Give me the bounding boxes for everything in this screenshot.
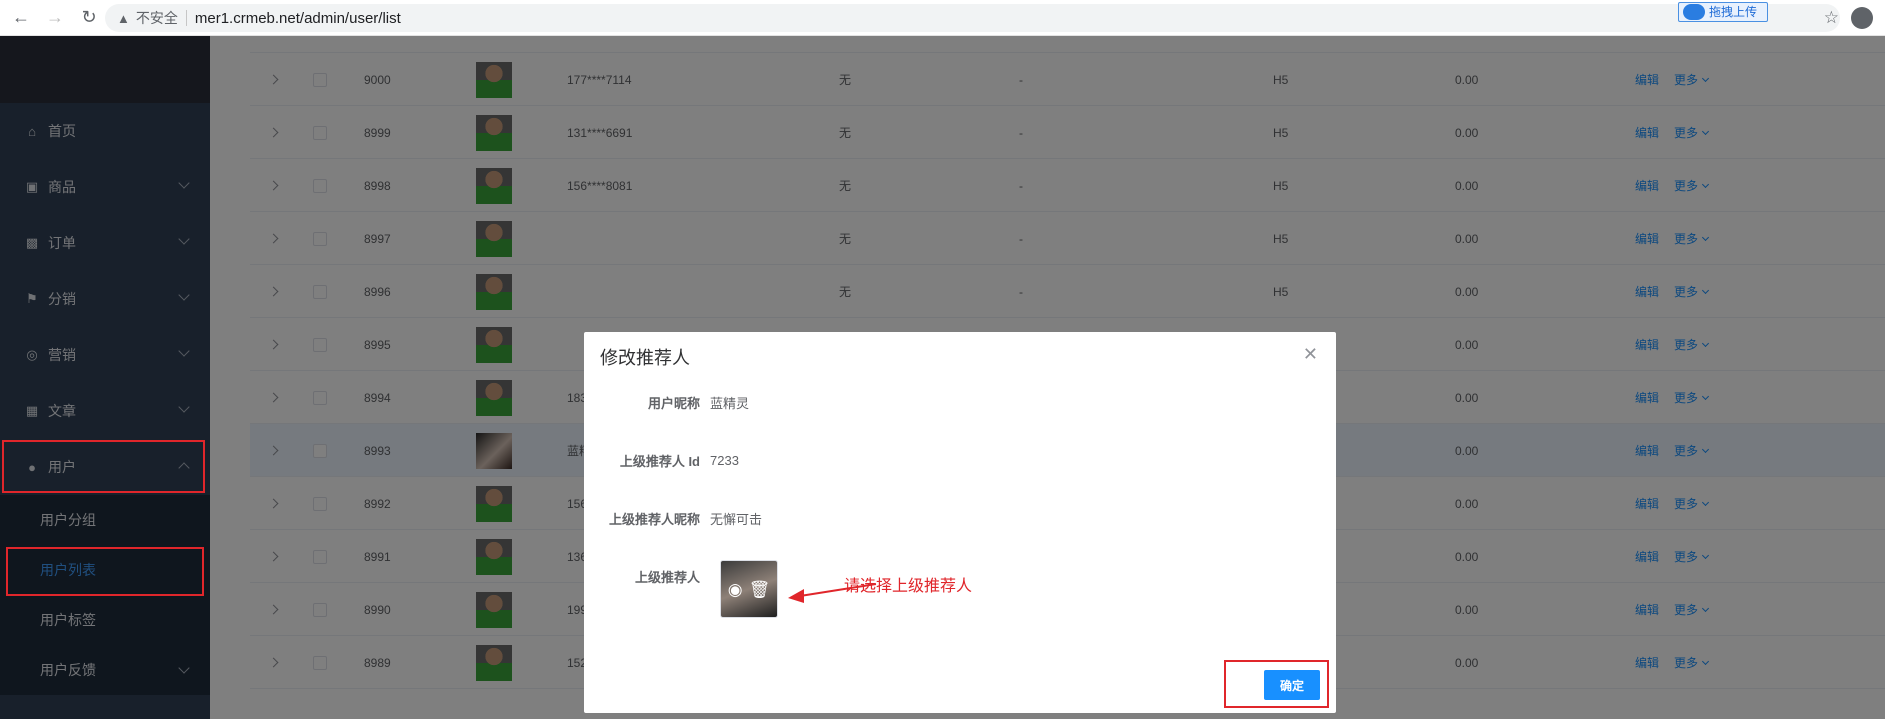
bookmark-star-icon[interactable]: ☆ bbox=[1824, 8, 1839, 28]
warning-icon: ▲ bbox=[117, 10, 130, 26]
nickname-field: 用户昵称 蓝精灵 bbox=[584, 390, 1336, 414]
nickname-value: 蓝精灵 bbox=[710, 395, 750, 411]
trash-icon[interactable]: 🗑 bbox=[749, 581, 771, 598]
address-divider bbox=[185, 10, 187, 26]
insecure-label: 不安全 bbox=[135, 10, 178, 26]
referrer-label: 上级推荐人 bbox=[634, 569, 700, 585]
dialog-title: 修改推荐人 bbox=[600, 348, 690, 368]
back-icon[interactable]: ← bbox=[8, 5, 34, 31]
referrer-nickname-label: 上级推荐人昵称 bbox=[608, 511, 700, 527]
edit-referrer-dialog: 修改推荐人 ✕ 用户昵称 蓝精灵 上级推荐人 Id 7233 上级推荐人昵称 无… bbox=[584, 332, 1336, 713]
reload-icon[interactable]: ↻ bbox=[76, 5, 102, 31]
profile-avatar-icon[interactable] bbox=[1851, 7, 1873, 29]
url-text: mer1.crmeb.net/admin/user/list bbox=[194, 9, 401, 27]
referrer-avatar-picker[interactable]: ◉ 🗑 bbox=[720, 560, 778, 618]
address-bar[interactable]: ▲ 不安全 mer1.crmeb.net/admin/user/list 拖拽上… bbox=[105, 2, 1840, 32]
browser-toolbar: ← → ↻ ▲ 不安全 mer1.crmeb.net/admin/user/li… bbox=[0, 0, 1885, 36]
nickname-label: 用户昵称 bbox=[647, 395, 700, 411]
referrer-id-field: 上级推荐人 Id 7233 bbox=[584, 448, 1336, 472]
referrer-nickname-field: 上级推荐人昵称 无懈可击 bbox=[584, 506, 1336, 530]
drag-upload-button[interactable]: 拖拽上传 bbox=[1677, 2, 1768, 22]
drag-upload-label: 拖拽上传 bbox=[1708, 5, 1757, 19]
referrer-id-value: 7233 bbox=[710, 452, 739, 468]
close-icon[interactable]: ✕ bbox=[1303, 344, 1318, 365]
confirm-button[interactable]: 确定 bbox=[1264, 670, 1320, 700]
cloud-icon bbox=[1682, 4, 1705, 20]
referrer-nickname-value: 无懈可击 bbox=[710, 511, 763, 527]
eye-icon[interactable]: ◉ bbox=[728, 581, 743, 598]
forward-icon[interactable]: → bbox=[42, 5, 68, 31]
referrer-id-label: 上级推荐人 Id bbox=[619, 453, 700, 469]
annotation-text: 请选择上级推荐人 bbox=[844, 578, 973, 595]
